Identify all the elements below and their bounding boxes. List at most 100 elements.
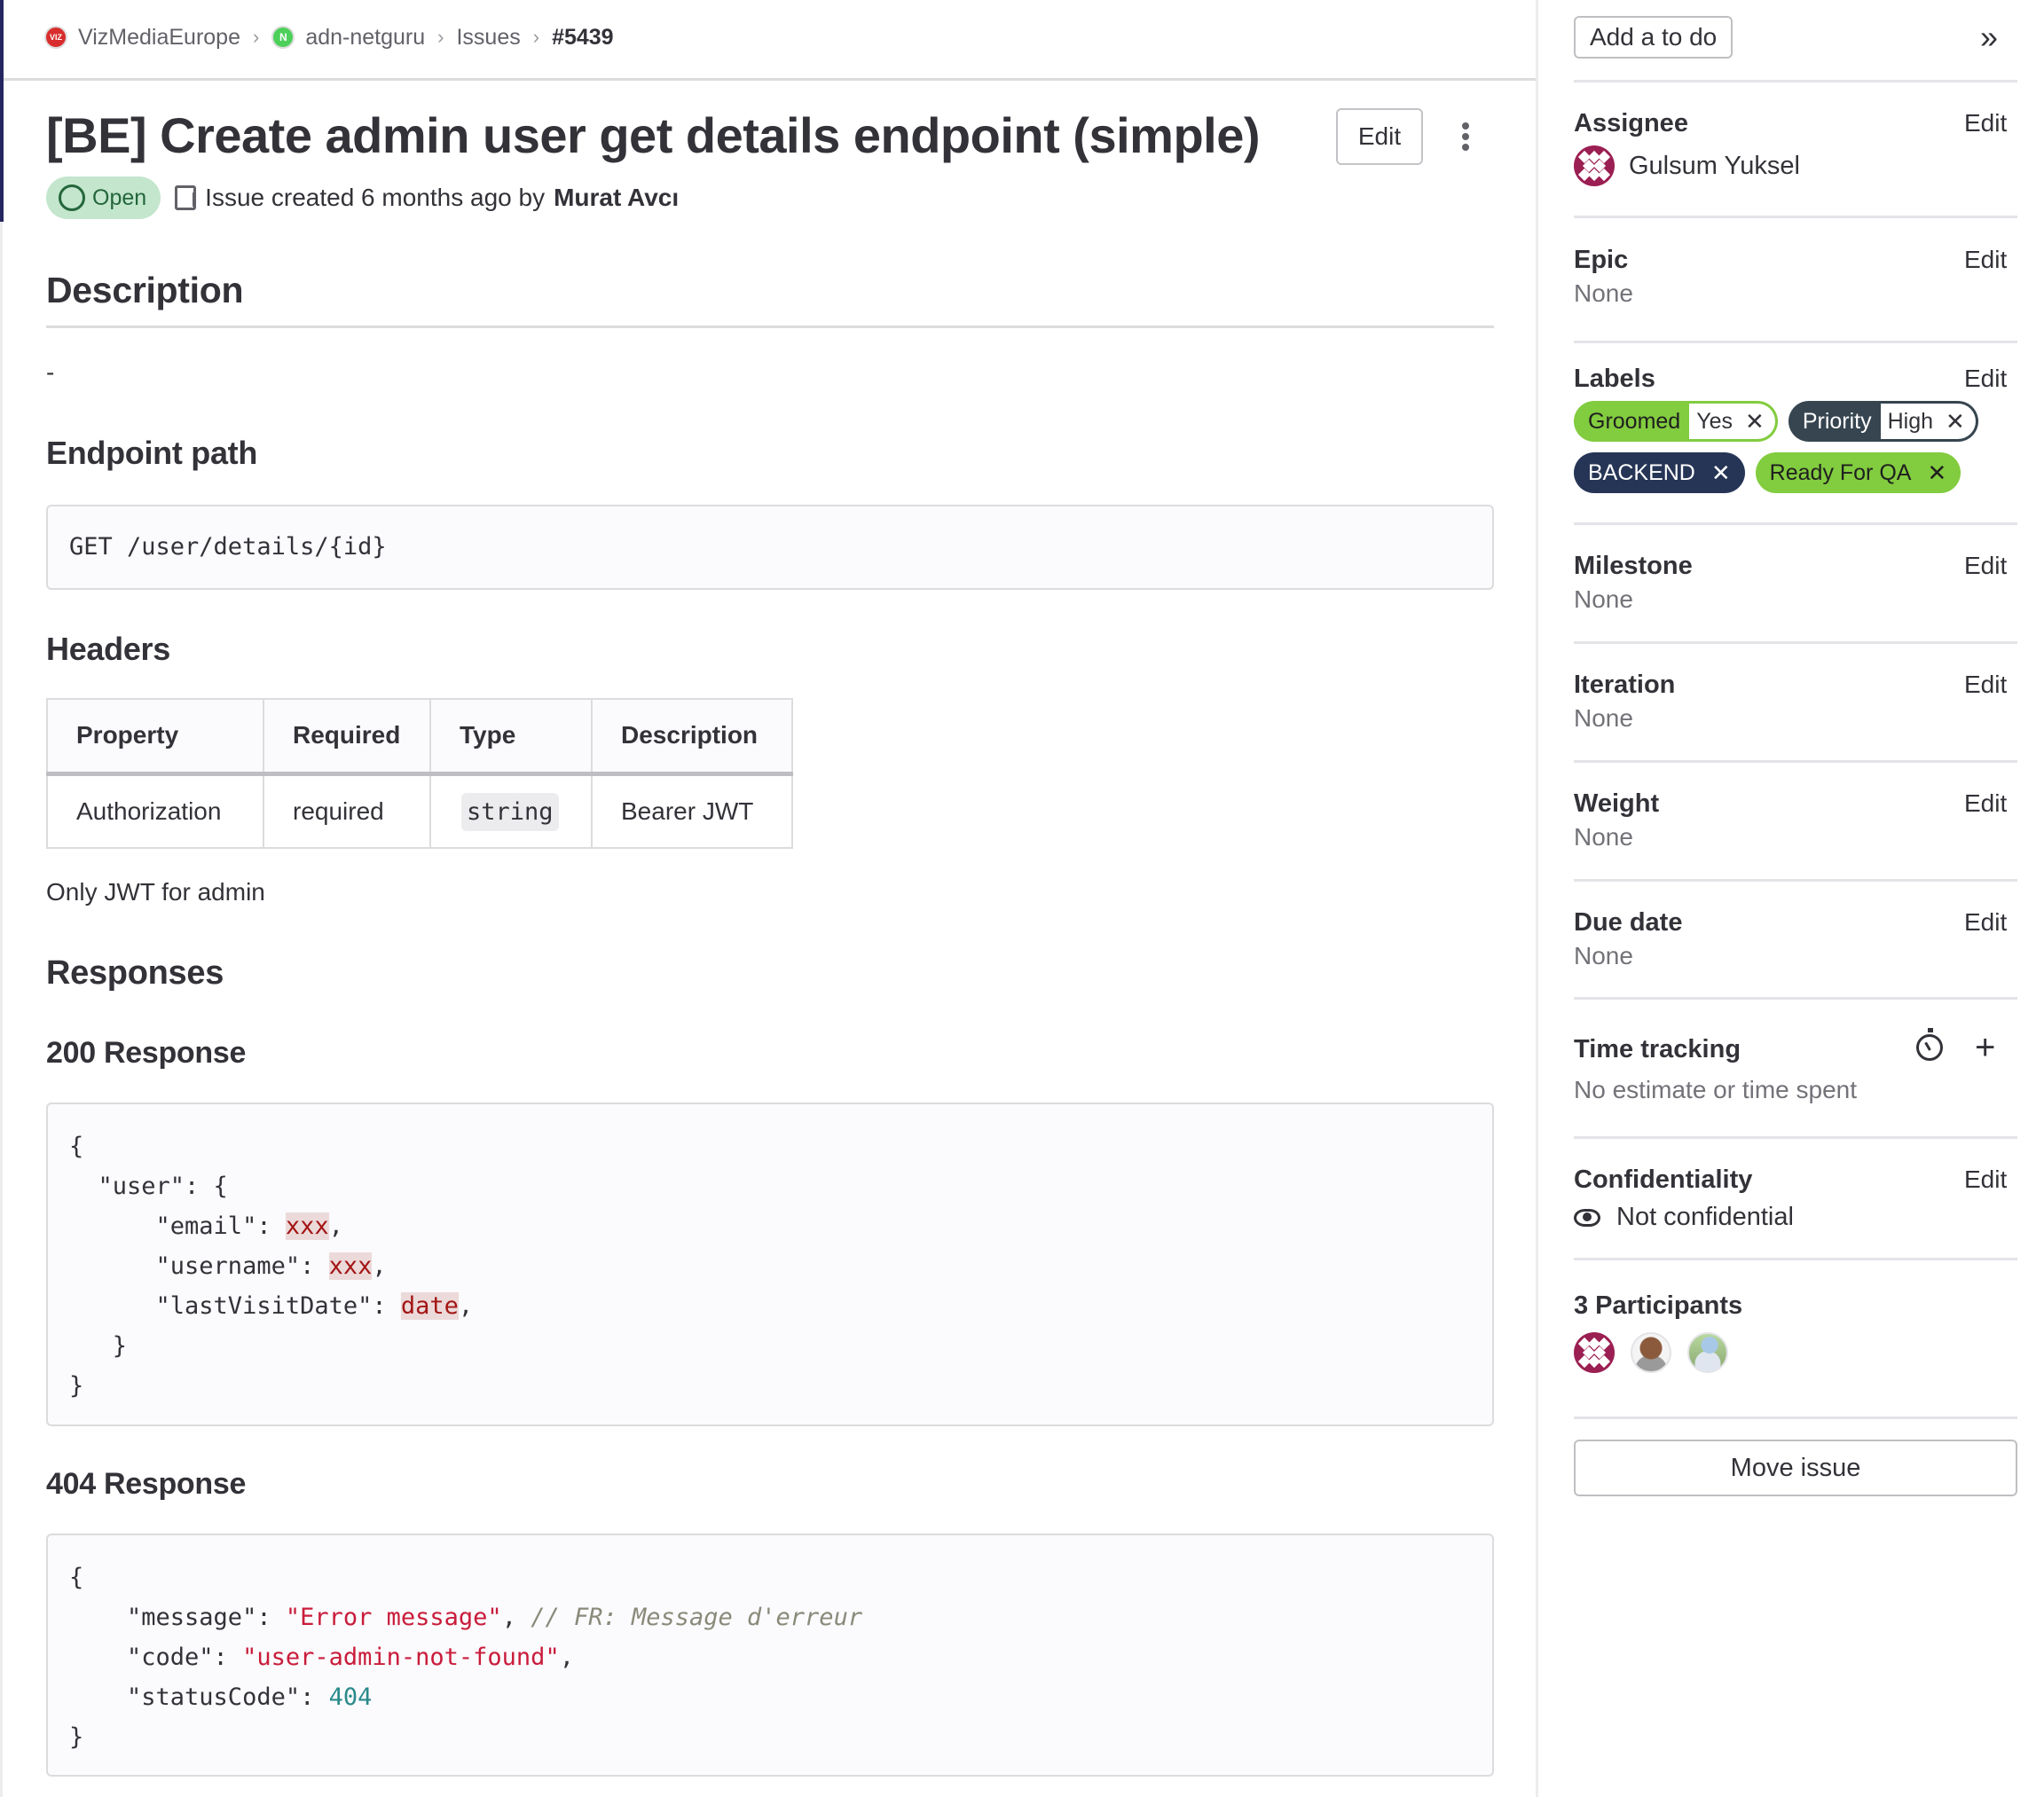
inline-code: string: [461, 792, 559, 831]
table-cell: Authorization: [46, 773, 264, 849]
table-cell: string: [429, 773, 593, 849]
code-line: }: [69, 1332, 128, 1360]
label-priority[interactable]: Priority High ✕: [1788, 401, 1978, 442]
code-line: "email": xxx,: [69, 1212, 343, 1240]
due-date-edit-link[interactable]: Edit: [1964, 908, 2007, 937]
label-backend[interactable]: BACKEND ✕: [1574, 452, 1745, 493]
code-line: "code": "user-admin-not-found",: [69, 1644, 574, 1671]
plus-icon[interactable]: +: [1975, 1030, 1995, 1065]
breadcrumb-issues[interactable]: Issues: [456, 25, 520, 51]
iteration-edit-link[interactable]: Edit: [1964, 671, 2007, 699]
assignee-title: Assignee: [1574, 109, 1688, 137]
code-line: "message": "Error message", // FR: Messa…: [69, 1604, 863, 1631]
endpoint-heading: Endpoint path: [46, 435, 258, 471]
label-value: High: [1887, 408, 1934, 434]
table-cell: required: [263, 773, 431, 849]
description-heading: Description: [46, 270, 244, 310]
breadcrumb-project[interactable]: N adn-netguru: [271, 25, 425, 51]
breadcrumb-issue-number[interactable]: #5439: [552, 25, 614, 51]
assignee-name: Gulsum Yuksel: [1629, 151, 1800, 180]
code-line: }: [69, 1723, 84, 1751]
sidebar-divider: [1574, 341, 2017, 343]
participant-avatar[interactable]: [1687, 1332, 1728, 1373]
remove-label-icon[interactable]: ✕: [1946, 410, 1965, 433]
move-issue-button[interactable]: Move issue: [1574, 1440, 2017, 1496]
sidebar-divider: [1574, 641, 2017, 644]
headers-heading: Headers: [46, 631, 170, 667]
status-badge: Open: [46, 177, 161, 219]
eye-icon: [1574, 1208, 1600, 1227]
labels-edit-link[interactable]: Edit: [1964, 365, 2007, 393]
sidebar-divider: [1574, 1416, 2017, 1419]
remove-label-icon[interactable]: ✕: [1745, 410, 1765, 433]
code-number: 404: [328, 1683, 373, 1711]
more-actions-icon[interactable]: [1455, 117, 1476, 156]
code-error-token: xxx: [285, 1212, 329, 1240]
remove-label-icon[interactable]: ✕: [1927, 461, 1946, 484]
label-ready-for-qa[interactable]: Ready For QA ✕: [1755, 452, 1961, 493]
time-tracking-title: Time tracking: [1574, 1035, 1741, 1063]
response-200-heading: 200 Response: [46, 1036, 247, 1070]
sidebar-divider: [1574, 1258, 2017, 1260]
code-line: {: [69, 1564, 84, 1591]
code-line: "lastVisitDate": date,: [69, 1292, 474, 1320]
collapse-sidebar-icon[interactable]: »: [1980, 20, 1998, 55]
author-link[interactable]: Murat Avcı: [554, 184, 679, 212]
chevron-right-icon: ›: [532, 26, 540, 48]
sidebar-divider: [1574, 997, 2017, 1000]
table-header-row: Property Required Type Description: [46, 698, 793, 776]
endpoint-path: GET /user/details/{id}: [69, 533, 387, 561]
code-comment: // FR: Message d'erreur: [531, 1604, 863, 1631]
iteration-value: None: [1574, 704, 1633, 732]
chevron-right-icon: ›: [252, 26, 260, 48]
response-404-code-block: { "message": "Error message", // FR: Mes…: [46, 1534, 1494, 1777]
add-todo-button[interactable]: Add a to do: [1574, 16, 1733, 59]
breadcrumb: VIZ VizMediaEurope › N adn-netguru › Iss…: [44, 20, 614, 55]
labels-list: Groomed Yes ✕ Priority High ✕ BACKEND ✕ Rea…: [1574, 401, 2017, 493]
confidentiality-title: Confidentiality: [1574, 1165, 1753, 1194]
sidebar-divider: [1574, 216, 2017, 218]
epic-edit-link[interactable]: Edit: [1964, 246, 2007, 274]
sidebar-border: [1536, 0, 1538, 1797]
confidentiality-value: Not confidential: [1616, 1203, 1794, 1231]
code-error-token: xxx: [328, 1252, 373, 1280]
responses-heading: Responses: [46, 954, 224, 992]
weight-value: None: [1574, 823, 1633, 851]
weight-edit-link[interactable]: Edit: [1964, 789, 2007, 818]
participants-list: [1574, 1332, 1728, 1373]
label-key: BACKEND: [1588, 459, 1695, 485]
due-date-title: Due date: [1574, 908, 1683, 937]
column-header: Required: [263, 698, 431, 776]
project-avatar-icon: N: [271, 26, 295, 49]
participant-avatar[interactable]: [1631, 1332, 1671, 1373]
table-cell: Bearer JWT: [591, 773, 793, 849]
label-value: Yes: [1696, 408, 1733, 434]
issue-type-icon: [175, 185, 197, 210]
column-header: Property: [46, 698, 264, 776]
issue-created-text: Issue created 6 months ago by: [205, 184, 546, 211]
assignee-edit-link[interactable]: Edit: [1964, 109, 2007, 137]
group-avatar-icon: VIZ: [44, 26, 67, 49]
chevron-right-icon: ›: [437, 26, 444, 48]
sidebar-divider: [1574, 80, 2017, 82]
label-key: Priority: [1802, 408, 1872, 434]
remove-label-icon[interactable]: ✕: [1711, 461, 1731, 484]
labels-title: Labels: [1574, 365, 1655, 393]
time-tracking-value: No estimate or time spent: [1574, 1076, 1858, 1103]
participant-avatar[interactable]: [1574, 1332, 1615, 1373]
edit-issue-button[interactable]: Edit: [1336, 108, 1423, 165]
sidebar-divider: [1574, 879, 2017, 882]
assignee-avatar: [1574, 145, 1615, 186]
label-groomed[interactable]: Groomed Yes ✕: [1574, 401, 1778, 442]
epic-value: None: [1574, 279, 1633, 307]
stopwatch-icon[interactable]: [1916, 1028, 1943, 1061]
confidentiality-edit-link[interactable]: Edit: [1964, 1165, 2007, 1194]
response-200-code-block: { "user": { "email": xxx, "username": xx…: [46, 1103, 1494, 1426]
code-error-token: date: [400, 1292, 459, 1320]
milestone-value: None: [1574, 585, 1633, 613]
breadcrumb-group[interactable]: VIZ VizMediaEurope: [44, 25, 240, 51]
assignee[interactable]: Gulsum Yuksel: [1574, 145, 1800, 186]
code-line: {: [69, 1133, 84, 1160]
milestone-edit-link[interactable]: Edit: [1964, 552, 2007, 580]
table-row: Authorization required string Bearer JWT: [46, 773, 793, 849]
